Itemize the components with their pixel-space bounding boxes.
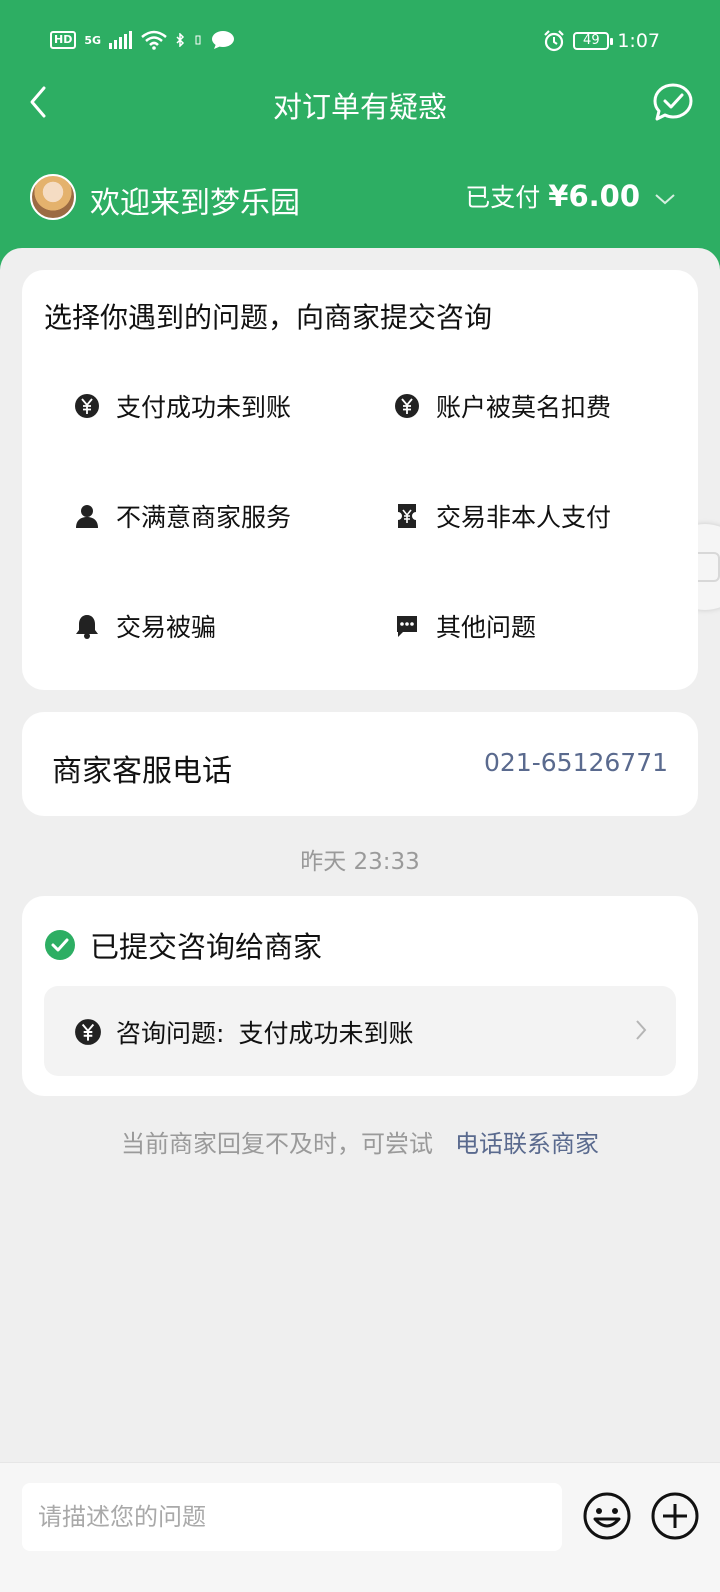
issue-option-payment-not-received[interactable]: 支付成功未到账 <box>74 388 291 424</box>
signal-icon <box>109 31 133 49</box>
reply-hint: 当前商家回复不及时，可尝试 电话联系商家 <box>0 1124 720 1159</box>
chevron-down-icon <box>655 194 675 205</box>
network-label: 5G <box>84 33 102 47</box>
composer-bar <box>0 1462 720 1592</box>
reply-hint-text: 当前商家回复不及时，可尝试 <box>121 1130 433 1158</box>
emoji-icon[interactable] <box>582 1491 632 1541</box>
battery-indicator: 49 <box>573 32 614 50</box>
submitted-status: 已提交咨询给商家 <box>44 924 322 966</box>
call-merchant-link[interactable]: 电话联系商家 <box>455 1130 599 1158</box>
issue-option-not-self-paid[interactable]: 交易非本人支付 <box>394 498 611 534</box>
chat-check-icon[interactable] <box>652 82 694 124</box>
issue-option-unexpected-charge[interactable]: 账户被莫名扣费 <box>394 388 611 424</box>
page-title: 对订单有疑惑 <box>272 90 447 124</box>
yuan-icon <box>75 1019 101 1045</box>
question-input[interactable] <box>22 1483 562 1551</box>
message-notification-icon <box>212 31 235 49</box>
issue-heading: 选择你遇到的问题，向商家提交咨询 <box>44 301 493 334</box>
issue-label: 交易非本人支付 <box>436 503 612 532</box>
nfc-icon <box>195 35 201 45</box>
avatar <box>30 174 76 220</box>
issue-label: 其他问题 <box>436 613 537 642</box>
chevron-right-icon <box>636 1020 647 1040</box>
inquiry-label: 咨询问题: <box>116 1019 225 1048</box>
issue-label: 不满意商家服务 <box>116 503 292 532</box>
issue-selection-card: 选择你遇到的问题，向商家提交咨询 支付成功未到账 账户被莫名扣费 不满意商家服务… <box>22 270 698 690</box>
issue-label: 账户被莫名扣费 <box>436 393 612 422</box>
check-circle-icon <box>45 930 75 960</box>
inquiry-value: 支付成功未到账 <box>238 1019 414 1048</box>
ticket-icon <box>398 504 416 528</box>
merchant-row: 欢迎来到梦乐园 已支付 ¥6.00 <box>30 174 690 222</box>
wifi-icon <box>141 30 167 50</box>
yuan-icon <box>395 394 419 418</box>
status-bar: HD 5G 49 1:07 <box>0 22 720 66</box>
bell-icon <box>76 615 98 639</box>
inquiry-detail-row[interactable]: 咨询问题: 支付成功未到账 <box>44 986 676 1076</box>
paid-amount: ¥6.00 <box>548 179 640 213</box>
clock: 1:07 <box>617 30 660 52</box>
submitted-card: 已提交咨询给商家 咨询问题: 支付成功未到账 <box>22 896 698 1096</box>
hd-badge: HD <box>50 31 77 49</box>
timestamp: 昨天 23:33 <box>300 849 420 875</box>
yuan-icon <box>75 394 99 418</box>
merchant-name: 欢迎来到梦乐园 <box>90 186 300 221</box>
plus-icon[interactable] <box>650 1491 700 1541</box>
alarm-icon <box>544 30 565 52</box>
submitted-status-text: 已提交咨询给商家 <box>90 930 323 964</box>
message-icon <box>397 616 417 637</box>
issue-option-other[interactable]: 其他问题 <box>394 608 536 644</box>
paid-amount-toggle[interactable]: 已支付 ¥6.00 <box>465 178 676 214</box>
title-bar: 对订单有疑惑 <box>0 72 720 132</box>
person-icon <box>76 505 98 528</box>
issue-option-scammed[interactable]: 交易被骗 <box>74 608 216 644</box>
service-phone-card: 商家客服电话 021-65126771 <box>22 712 698 816</box>
service-phone-number[interactable]: 021-65126771 <box>484 748 668 777</box>
paid-label: 已支付 <box>465 183 541 212</box>
issue-label: 交易被骗 <box>116 613 217 642</box>
issue-label: 支付成功未到账 <box>116 393 292 422</box>
service-phone-label: 商家客服电话 <box>52 754 232 789</box>
bluetooth-icon <box>176 33 185 47</box>
issue-option-unsatisfied-service[interactable]: 不满意商家服务 <box>74 498 291 534</box>
